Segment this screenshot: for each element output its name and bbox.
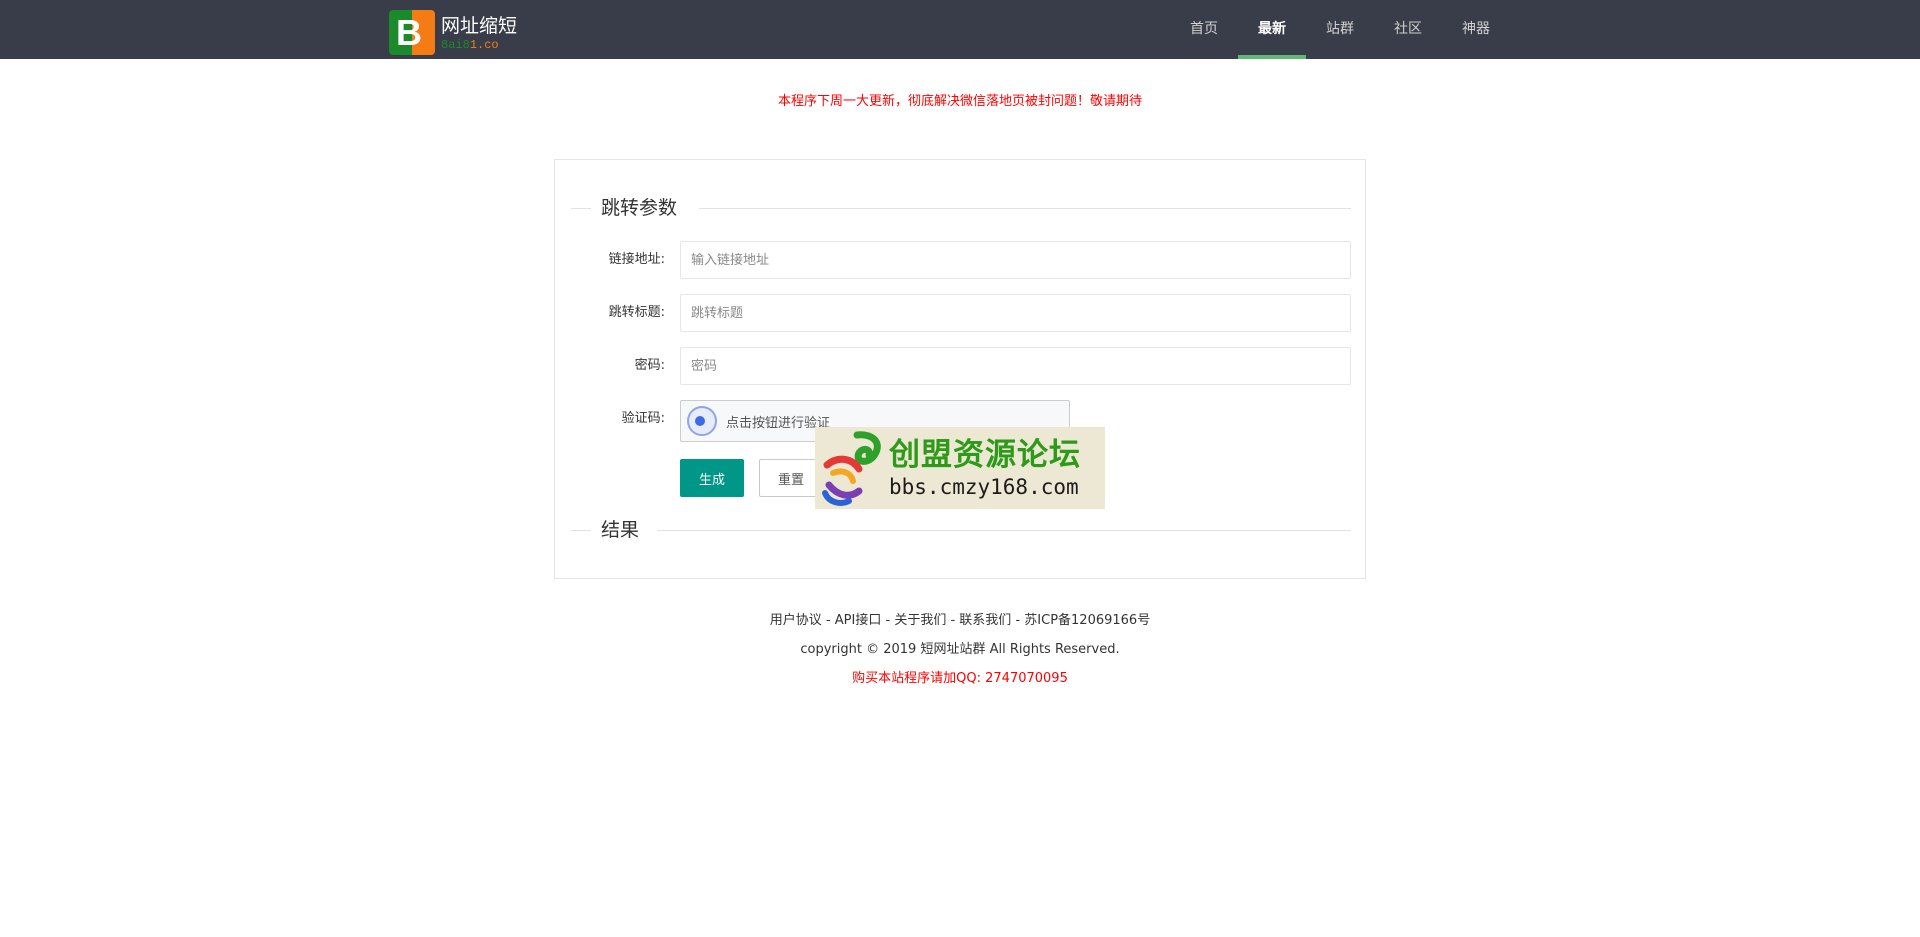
footer-link-terms[interactable]: 用户协议 (770, 613, 822, 628)
result-title: 结果 (601, 518, 650, 542)
captcha-radar-icon (687, 406, 717, 436)
captcha-label: 验证码: (621, 411, 665, 426)
url-label: 链接地址: (608, 252, 665, 267)
nav-community[interactable]: 社区 (1374, 0, 1442, 59)
form-panel: 跳转参数 链接地址: 跳转标题: 密码: 验证码: 点击按钮进行验证 生成 重置… (554, 159, 1366, 579)
section-header-result: 结果 (571, 518, 1351, 542)
logo-letter: B (396, 12, 422, 53)
nav-home[interactable]: 首页 (1170, 0, 1238, 59)
url-input[interactable] (680, 241, 1351, 279)
nav-latest[interactable]: 最新 (1238, 0, 1306, 59)
logo-title: 网址缩短 (441, 14, 518, 37)
footer-link-about[interactable]: 关于我们 (894, 613, 946, 628)
url-row: 链接地址: (555, 241, 1367, 279)
footer-link-contact[interactable]: 联系我们 (959, 613, 1011, 628)
watermark-cn: 创盟资源论坛 (889, 437, 1081, 473)
section-title: 跳转参数 (601, 196, 688, 220)
password-input[interactable] (680, 347, 1351, 385)
copyright-text: copyright © 2019 短网址站群 All Rights Reserv… (800, 642, 1120, 657)
purchase-contact: 购买本站程序请加QQ: 2747070095 (852, 671, 1068, 686)
nav-tools[interactable]: 神器 (1442, 0, 1510, 59)
watermark-banner: 创盟资源论坛 bbs.cmzy168.com (815, 427, 1105, 509)
reset-button[interactable]: 重置 (759, 459, 823, 497)
generate-button[interactable]: 生成 (680, 459, 744, 497)
update-notice: 本程序下周一大更新，彻底解决微信落地页被封问题！敬请期待 (777, 94, 1142, 109)
site-logo[interactable]: B 网址缩短 8ai81.co (389, 10, 517, 55)
title-input[interactable] (680, 294, 1351, 332)
nav-site-group[interactable]: 站群 (1306, 0, 1374, 59)
watermark-en: bbs.cmzy168.com (889, 475, 1079, 499)
password-row: 密码: (555, 347, 1367, 385)
footer-links: 用户协议 - API接口 - 关于我们 - 联系我们 - 苏ICP备120691… (769, 613, 1151, 628)
logo-domain: 8ai81.co (441, 37, 499, 52)
title-row: 跳转标题: (555, 294, 1367, 332)
main-nav: 首页 最新 站群 社区 神器 (1170, 0, 1510, 59)
title-label: 跳转标题: (608, 305, 665, 320)
top-header: B 网址缩短 8ai81.co 首页 最新 站群 社区 神器 (0, 0, 1920, 59)
section-header-params: 跳转参数 (571, 196, 1351, 220)
password-label: 密码: (634, 358, 665, 373)
logo-mark-icon: B (389, 10, 435, 55)
footer-link-api[interactable]: API接口 (835, 613, 882, 628)
footer-link-icp[interactable]: 苏ICP备12069166号 (1024, 613, 1150, 628)
watermark-emblem-icon (822, 431, 881, 506)
